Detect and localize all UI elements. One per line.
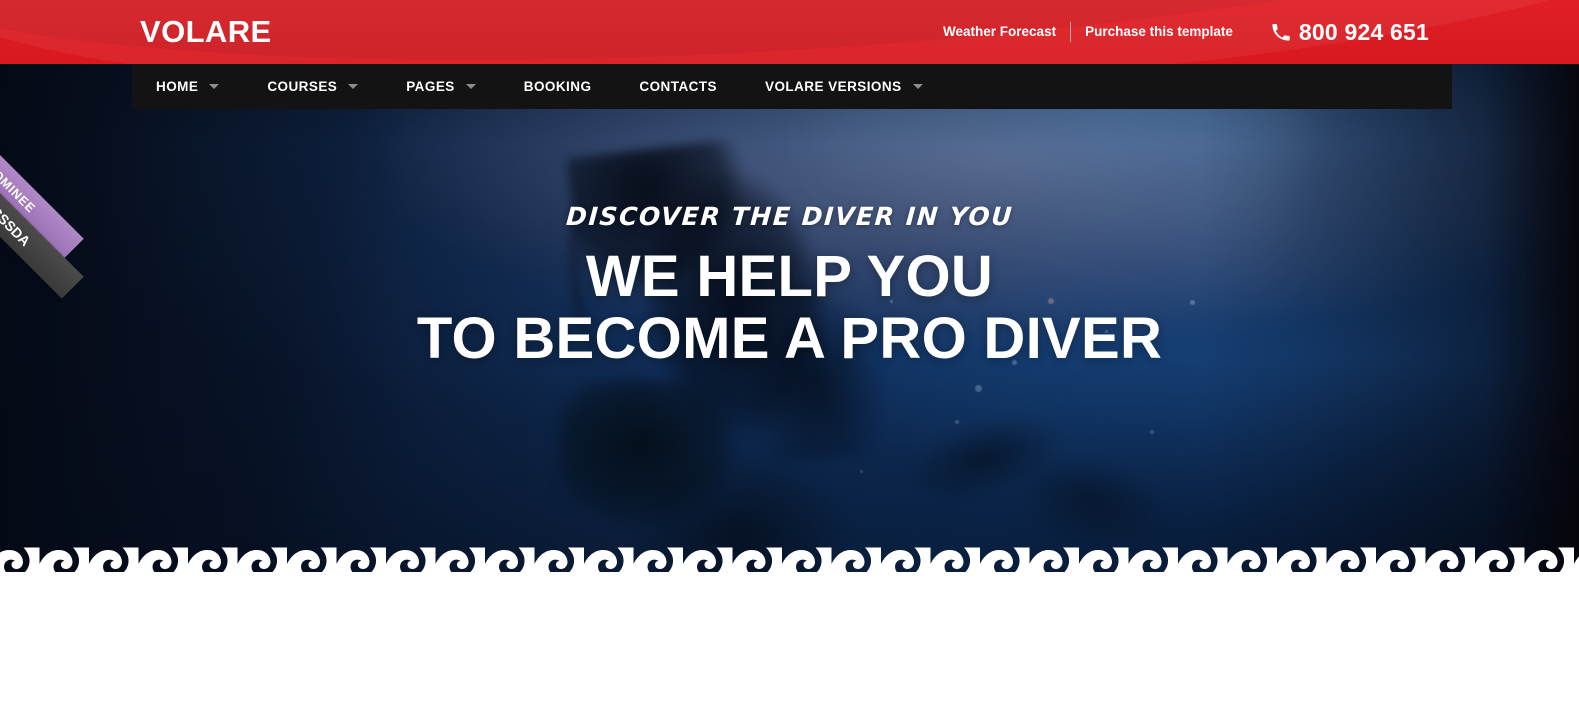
top-bar: VOLARE Weather Forecast Purchase this te… — [0, 0, 1579, 64]
nav-item-courses[interactable]: COURSES — [243, 64, 382, 109]
main-navigation: HOME COURSES PAGES BOOKING CONTACTS VOLA… — [132, 64, 1452, 109]
content-area-below-hero — [0, 580, 1579, 720]
site-logo[interactable]: VOLARE — [140, 16, 272, 48]
chevron-down-icon — [465, 84, 476, 89]
phone-icon — [1272, 23, 1290, 41]
nav-label-booking: BOOKING — [523, 79, 592, 94]
page-root: DISCOVER THE DIVER IN YOU WE HELP YOU TO… — [0, 0, 1579, 720]
nav-item-contacts[interactable]: CONTACTS — [615, 64, 741, 109]
nav-item-pages[interactable]: PAGES — [382, 64, 500, 109]
nav-item-booking[interactable]: BOOKING — [500, 64, 616, 109]
nav-label-home: HOME — [156, 79, 199, 94]
topbar-link-purchase-template[interactable]: Purchase this template — [1071, 25, 1247, 39]
nav-label-contacts: CONTACTS — [639, 79, 717, 94]
wave-divider — [0, 534, 1579, 580]
chevron-down-icon — [348, 84, 359, 89]
chevron-down-icon — [209, 84, 220, 89]
chevron-down-icon — [912, 84, 923, 89]
nav-label-volare-versions: VOLARE VERSIONS — [765, 79, 902, 94]
cssda-award-ribbon[interactable]: NOMINEE CSSDA — [0, 109, 110, 299]
nav-label-courses: COURSES — [267, 79, 338, 94]
phone-number: 800 924 651 — [1298, 19, 1429, 45]
nav-label-pages: PAGES — [406, 79, 455, 94]
topbar-right-group: Weather Forecast Purchase this template … — [929, 0, 1429, 64]
nav-item-volare-versions[interactable]: VOLARE VERSIONS — [741, 64, 947, 109]
nav-item-home[interactable]: HOME — [132, 64, 243, 109]
phone-link[interactable]: 800 924 651 — [1271, 20, 1429, 44]
topbar-link-weather-forecast[interactable]: Weather Forecast — [929, 25, 1070, 39]
